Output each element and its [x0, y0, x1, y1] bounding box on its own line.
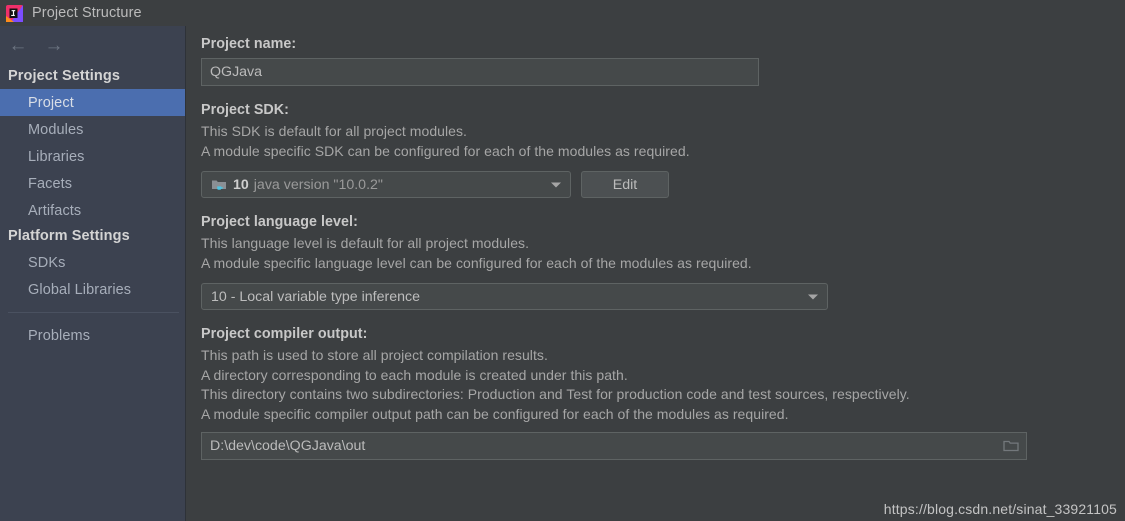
- project-language-level-label: Project language level:: [201, 214, 358, 230]
- java-sdk-folder-icon: [211, 178, 227, 192]
- language-level-description-line-2: A module specific language level can be …: [201, 254, 752, 271]
- project-sdk-description-line-2: A module specific SDK can be configured …: [201, 142, 690, 159]
- compiler-output-path-value: D:\dev\code\QGJava\out: [210, 438, 366, 454]
- sidebar-item-problems[interactable]: Problems: [0, 322, 185, 349]
- sidebar-item-sdks[interactable]: SDKs: [0, 249, 185, 276]
- intellij-idea-logo-icon: [6, 4, 23, 22]
- sidebar-item-artifacts[interactable]: Artifacts: [0, 197, 185, 224]
- project-sdk-version: 10: [233, 176, 249, 193]
- sidebar-item-modules[interactable]: Modules: [0, 116, 185, 143]
- project-language-level-value: 10 - Local variable type inference: [211, 288, 420, 305]
- compiler-output-description-line-2: A directory corresponding to each module…: [201, 366, 628, 383]
- sidebar-divider: [8, 312, 179, 313]
- project-compiler-output-label: Project compiler output:: [201, 326, 368, 342]
- sidebar-item-facets[interactable]: Facets: [0, 170, 185, 197]
- title-bar: Project Structure: [0, 0, 1125, 26]
- compiler-output-description-line-3: This directory contains two subdirectori…: [201, 386, 910, 402]
- project-settings-panel: Project name: QGJava Project SDK: This S…: [187, 26, 1125, 521]
- settings-sidebar: ← → Project Settings Project Modules Lib…: [0, 26, 186, 521]
- project-name-input[interactable]: QGJava: [201, 58, 759, 86]
- sidebar-item-global-libraries[interactable]: Global Libraries: [0, 276, 185, 303]
- folder-browse-icon[interactable]: [1003, 439, 1019, 453]
- sidebar-group-platform-settings: Platform Settings: [8, 228, 130, 244]
- project-sdk-label: Project SDK:: [201, 102, 289, 118]
- language-level-description-line-1: This language level is default for all p…: [201, 235, 530, 251]
- compiler-output-description-line-4: A module specific compiler output path c…: [201, 405, 789, 422]
- chevron-down-icon: [551, 182, 561, 187]
- project-structure-dialog: Project Structure ← → Project Settings P…: [0, 0, 1125, 521]
- project-sdk-description: java version "10.0.2": [253, 176, 383, 193]
- compiler-output-path-input[interactable]: D:\dev\code\QGJava\out: [201, 432, 1027, 460]
- project-sdk-row: 10 java version "10.0.2" Edit: [201, 171, 1125, 198]
- watermark-text: https://blog.csdn.net/sinat_33921105: [883, 501, 1117, 517]
- window-title: Project Structure: [32, 5, 142, 21]
- edit-sdk-button[interactable]: Edit: [581, 171, 669, 198]
- forward-arrow-icon[interactable]: →: [44, 36, 64, 55]
- project-sdk-dropdown[interactable]: 10 java version "10.0.2": [201, 171, 571, 198]
- compiler-output-description-line-1: This path is used to store all project c…: [201, 347, 548, 363]
- project-name-label: Project name:: [201, 36, 297, 52]
- project-sdk-description-line-1: This SDK is default for all project modu…: [201, 123, 467, 139]
- chevron-down-icon: [808, 294, 818, 299]
- sidebar-item-project[interactable]: Project: [0, 89, 185, 116]
- project-language-level-dropdown[interactable]: 10 - Local variable type inference: [201, 283, 828, 310]
- back-arrow-icon[interactable]: ←: [8, 36, 28, 55]
- project-name-value: QGJava: [210, 64, 263, 80]
- sidebar-item-libraries[interactable]: Libraries: [0, 143, 185, 170]
- sidebar-group-project-settings: Project Settings: [8, 68, 120, 84]
- navigation-arrows: ← →: [0, 26, 185, 64]
